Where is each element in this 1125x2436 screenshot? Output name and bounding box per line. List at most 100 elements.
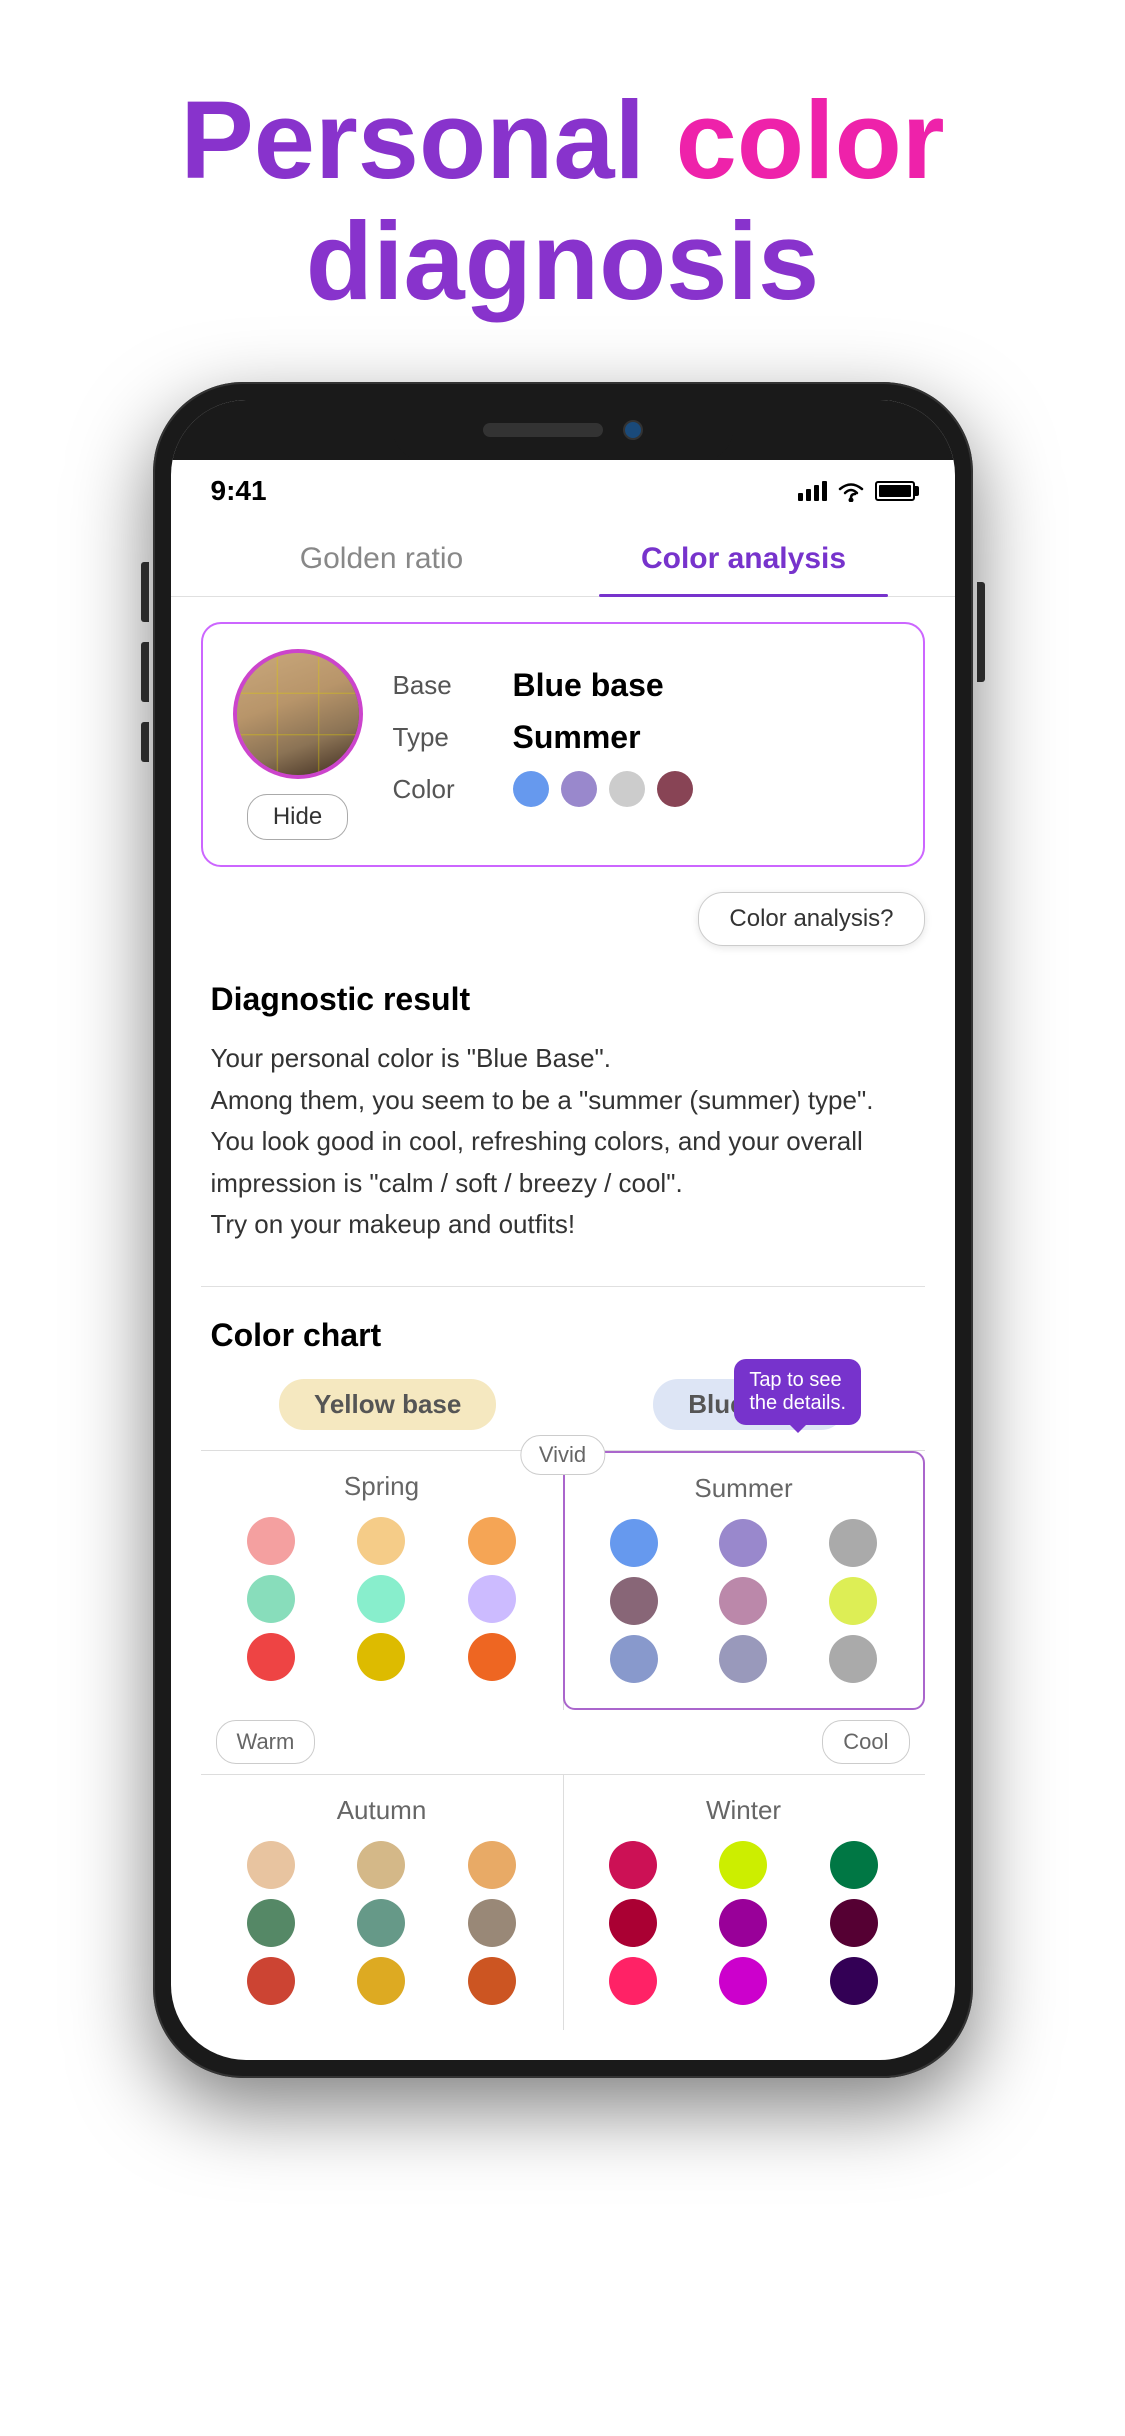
title-diagnosis: diagnosis — [306, 200, 819, 323]
section-divider — [201, 1286, 925, 1287]
type-value: Summer — [513, 719, 641, 756]
autumn-dot-5 — [357, 1899, 405, 1947]
diagnostic-title: Diagnostic result — [211, 981, 915, 1018]
tabs-container: Golden ratio Color analysis — [171, 522, 955, 597]
grid-overlay — [237, 653, 359, 775]
status-time: 9:41 — [211, 475, 267, 507]
profile-image — [233, 649, 363, 779]
phone-notch — [393, 400, 733, 460]
status-bar: 9:41 — [171, 460, 955, 512]
color-chart-section: Color chart Yellow base Blue base Tap to… — [171, 1307, 955, 2060]
wifi-icon — [837, 480, 865, 502]
profile-info: Base Blue base Type Summer Color — [393, 667, 893, 822]
summer-dot-9 — [829, 1635, 877, 1683]
autumn-dot-6 — [468, 1899, 516, 1947]
base-value: Blue base — [513, 667, 664, 704]
phone-side-left — [141, 562, 149, 782]
spring-dot-3 — [468, 1517, 516, 1565]
winter-quadrant[interactable]: Winter — [563, 1775, 925, 2030]
page-title: Personal color diagnosis — [60, 80, 1065, 322]
phone-screen: 9:41 — [171, 400, 955, 2060]
summer-dot-4 — [610, 1577, 658, 1625]
tab-color-analysis[interactable]: Color analysis — [563, 522, 925, 596]
autumn-name: Autumn — [221, 1795, 543, 1826]
winter-dot-5 — [719, 1899, 767, 1947]
warm-cool-labels: Warm Cool — [201, 1710, 925, 1774]
seasons-grid: Spring — [201, 1450, 925, 1710]
winter-dot-3 — [830, 1841, 878, 1889]
diagnostic-section: Diagnostic result Your personal color is… — [171, 961, 955, 1266]
summer-dot-3 — [829, 1519, 877, 1567]
base-label: Base — [393, 670, 493, 701]
spring-quadrant[interactable]: Spring — [201, 1451, 563, 1710]
autumn-dot-4 — [247, 1899, 295, 1947]
summer-dot-1 — [610, 1519, 658, 1567]
status-icons — [798, 480, 915, 502]
mute-button[interactable] — [141, 722, 149, 762]
autumn-dot-1 — [247, 1841, 295, 1889]
spring-name: Spring — [221, 1471, 543, 1502]
phone-frame: 9:41 — [153, 382, 973, 2078]
vertical-divider-2 — [563, 1775, 564, 2030]
winter-dot-9 — [830, 1957, 878, 2005]
summer-dot-2 — [719, 1519, 767, 1567]
summer-dot-6 — [829, 1577, 877, 1625]
warm-label: Warm — [216, 1720, 316, 1764]
color-dot-4 — [657, 771, 693, 807]
winter-dot-8 — [719, 1957, 767, 2005]
cool-label: Cool — [822, 1720, 909, 1764]
color-dot-3 — [609, 771, 645, 807]
diagnostic-text: Your personal color is "Blue Base". Amon… — [211, 1038, 915, 1246]
winter-dot-2 — [719, 1841, 767, 1889]
vivid-label: Vivid — [520, 1435, 605, 1475]
autumn-dot-7 — [247, 1957, 295, 2005]
spring-dots — [221, 1517, 543, 1681]
bottom-seasons-grid: Autumn — [201, 1774, 925, 2030]
base-row: Base Blue base — [393, 667, 893, 704]
autumn-dot-8 — [357, 1957, 405, 2005]
autumn-dot-9 — [468, 1957, 516, 2005]
spring-dot-8 — [357, 1633, 405, 1681]
chart-title: Color chart — [201, 1317, 925, 1354]
hide-button[interactable]: Hide — [247, 794, 348, 840]
winter-dot-7 — [609, 1957, 657, 2005]
autumn-dot-3 — [468, 1841, 516, 1889]
winter-name: Winter — [583, 1795, 905, 1826]
type-label: Type — [393, 722, 493, 753]
tap-tooltip: Tap to seethe details. — [734, 1359, 861, 1425]
speaker — [483, 423, 603, 437]
color-analysis-btn-wrapper: Color analysis? — [171, 892, 955, 946]
summer-name: Summer — [585, 1473, 903, 1504]
type-row: Type Summer — [393, 719, 893, 756]
tab-golden-ratio[interactable]: Golden ratio — [201, 522, 563, 596]
battery-icon — [875, 481, 915, 501]
summer-quadrant[interactable]: Summer — [563, 1451, 925, 1710]
spring-dot-7 — [247, 1633, 295, 1681]
color-analysis-button[interactable]: Color analysis? — [698, 892, 924, 946]
yellow-base-label: Yellow base — [279, 1379, 496, 1430]
winter-dot-4 — [609, 1899, 657, 1947]
winter-dot-6 — [830, 1899, 878, 1947]
summer-dots — [585, 1519, 903, 1683]
title-personal: Personal — [180, 79, 675, 202]
front-camera — [623, 420, 643, 440]
profile-card: Hide Base Blue base Type Summer Color — [201, 622, 925, 867]
spring-dot-2 — [357, 1517, 405, 1565]
power-button[interactable] — [977, 582, 985, 682]
color-row: Color — [393, 771, 893, 807]
volume-down-button[interactable] — [141, 642, 149, 702]
summer-dot-8 — [719, 1635, 767, 1683]
spring-dot-4 — [247, 1575, 295, 1623]
winter-dots — [583, 1841, 905, 2005]
color-dot-2 — [561, 771, 597, 807]
title-color: color — [676, 79, 945, 202]
color-dot-1 — [513, 771, 549, 807]
volume-up-button[interactable] — [141, 562, 149, 622]
spring-dot-6 — [468, 1575, 516, 1623]
autumn-quadrant[interactable]: Autumn — [201, 1775, 563, 2030]
winter-dot-1 — [609, 1841, 657, 1889]
spring-dot-1 — [247, 1517, 295, 1565]
autumn-dot-2 — [357, 1841, 405, 1889]
seasons-container: Vivid Spring — [201, 1450, 925, 2030]
phone-side-right — [977, 582, 985, 682]
